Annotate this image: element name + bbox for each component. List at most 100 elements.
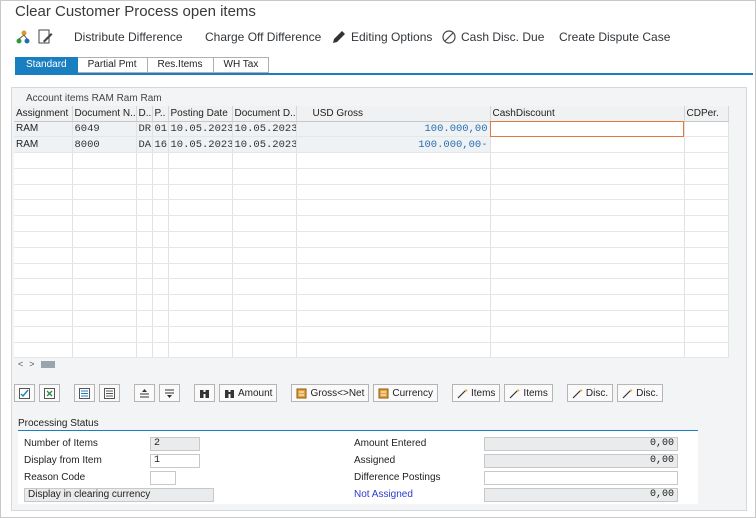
scroll-right-arrow[interactable]: > [29,359,34,369]
sort-ascending-button[interactable] [134,384,155,402]
empty-table-row [14,342,729,359]
sort-ascending-icon [140,388,149,397]
empty-cell [296,310,491,327]
tab-res-items[interactable]: Res.Items [147,57,214,73]
empty-cell [684,263,729,280]
currency-button[interactable]: Currency [373,384,438,402]
empty-cell [296,342,491,359]
column-header-cash-discount[interactable]: CashDiscount [490,106,685,122]
empty-cell [72,294,137,312]
not-assigned-label: Not Assigned [354,489,413,500]
currency-label: Currency [392,387,433,399]
empty-cell [684,247,729,264]
sort-descending-button[interactable] [159,384,180,402]
find-amount-button[interactable]: Amount [219,384,278,402]
empty-cell [72,152,137,169]
deactivate-disc-button[interactable]: Disc. [617,384,664,402]
activate-disc-button[interactable]: Disc. [566,384,614,402]
create-dispute-case-button[interactable]: Create Dispute Case [559,27,670,47]
tab-strip: Standard Partial Pmt Res.Items WH Tax [15,57,270,73]
horizontal-scrollbar[interactable]: < > [14,358,728,370]
empty-cell [14,231,73,248]
number-of-items-label: Number of Items [24,438,98,449]
cell-posting-date: 10.05.2023 [168,136,233,154]
empty-cell [152,199,169,217]
cell-usd-gross: 100.000,00 [296,121,491,138]
cd-percent-input[interactable] [684,136,729,154]
empty-table-row [14,294,729,312]
magic-wand-icon [457,388,468,398]
empty-cell [136,326,153,343]
cash-discount-input[interactable] [490,121,685,138]
empty-table-row [14,278,729,296]
empty-cell [232,310,297,327]
display-clearing-currency-checkbox[interactable]: Display in clearing currency [24,488,214,502]
empty-cell [14,247,73,264]
column-header-document-date[interactable]: Document D... [232,106,297,122]
charge-off-difference-button[interactable]: Charge Off Difference [205,27,321,47]
empty-cell [14,294,73,312]
table-row[interactable]: RAM 6049 DR 01 10.05.2023 10.05.2023 100… [14,121,729,138]
empty-cell [152,326,169,343]
tree-icon[interactable] [15,27,35,47]
empty-cell [296,294,491,312]
tab-partial-pmt[interactable]: Partial Pmt [77,57,148,73]
tab-wh-tax[interactable]: WH Tax [213,57,270,73]
assigned-label: Assigned [354,455,396,466]
select-all-button[interactable] [14,384,35,402]
gross-net-button[interactable]: Gross<>Net [291,384,370,402]
select-block-button[interactable] [74,384,95,402]
table-row[interactable]: RAM 8000 DA 16 10.05.2023 10.05.2023 100… [14,136,729,154]
empty-cell [232,152,297,169]
empty-cell [684,294,729,312]
column-header-document-number[interactable]: Document N... [72,106,137,122]
empty-cell [684,199,729,217]
column-header-assignment[interactable]: Assignment [14,106,73,122]
deactivate-items-label: Items [523,387,548,399]
reason-code-input[interactable] [150,471,176,485]
processing-status-section: Processing Status Number of Items 2 Disp… [18,418,698,504]
tab-standard[interactable]: Standard [15,57,78,73]
application-toolbar: Distribute Difference Charge Off Differe… [1,25,755,49]
magic-wand-icon [509,388,521,398]
empty-table-row [14,215,729,233]
column-header-usd-gross[interactable]: USD Gross [296,106,491,122]
empty-cell [136,294,153,312]
empty-cell [490,184,685,201]
empty-cell [490,278,685,296]
editing-options-button[interactable]: Editing Options [331,27,432,47]
display-from-item-input[interactable]: 1 [150,454,200,468]
calculator-currency-icon [378,388,389,398]
empty-cell [296,278,491,296]
empty-cell [168,231,233,248]
calculator-icon [296,388,307,398]
window-title: Clear Customer Process open items [15,3,256,20]
cash-discount-input[interactable] [490,136,685,154]
column-header-cd-percent[interactable]: CDPer. [684,106,729,122]
scroll-thumb[interactable] [40,360,55,368]
empty-cell [152,168,169,185]
find-button[interactable] [194,384,215,402]
cd-percent-input[interactable] [684,121,729,138]
column-header-doc-type[interactable]: D.. [136,106,153,122]
empty-cell [232,326,297,343]
cell-document-date: 10.05.2023 [232,121,297,138]
empty-table-row [14,326,729,343]
deselect-all-button[interactable] [39,384,60,402]
empty-table-row [14,310,729,327]
column-header-posting-date[interactable]: Posting Date [168,106,233,122]
empty-cell [152,184,169,201]
document-edit-icon[interactable] [37,27,57,47]
activate-items-button[interactable]: Items [451,384,501,402]
empty-cell [168,278,233,296]
empty-cell [232,215,297,233]
empty-cell [490,168,685,185]
distribute-difference-button[interactable]: Distribute Difference [74,27,183,47]
column-header-period[interactable]: P.. [152,106,169,122]
deselect-block-button[interactable] [99,384,120,402]
scroll-left-arrow[interactable]: < [18,359,23,369]
cash-disc-due-button[interactable]: Cash Disc. Due [441,27,544,47]
deactivate-items-button[interactable]: Items [504,384,553,402]
empty-cell [152,152,169,169]
deselect-block-icon [104,387,115,399]
